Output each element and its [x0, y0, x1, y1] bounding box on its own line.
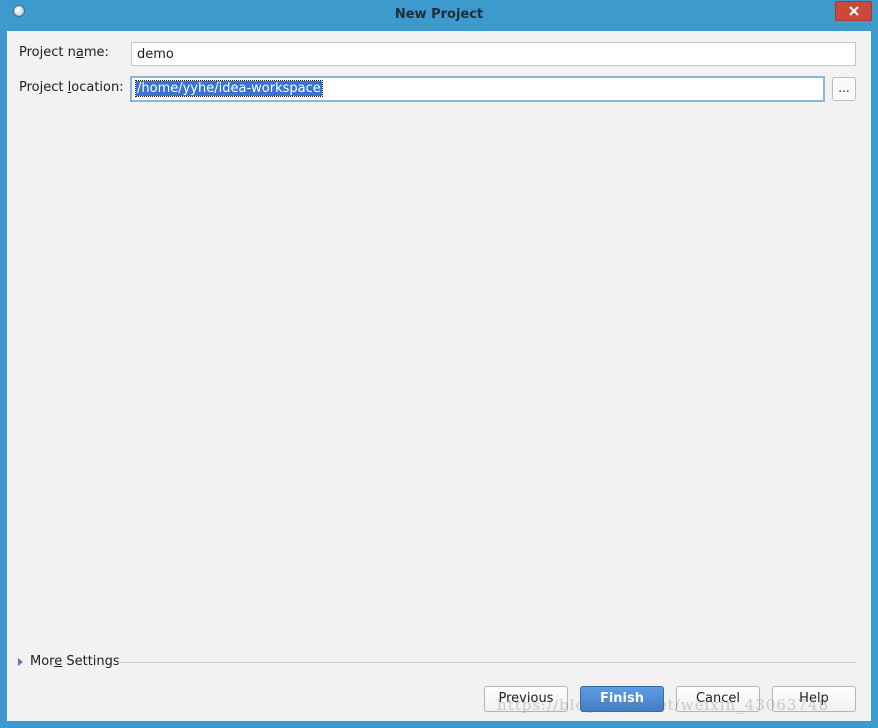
expand-triangle-icon [18, 658, 23, 666]
project-name-input[interactable]: demo [131, 42, 856, 66]
more-settings-divider [118, 662, 856, 663]
dialog-content: Project name: demo Project location: /ho… [7, 31, 871, 721]
window-title: New Project [394, 7, 484, 22]
project-location-value: /home/yyhe/idea-workspace [135, 80, 323, 97]
new-project-dialog: New Project Project name: demo Project l… [0, 0, 878, 728]
title-bar[interactable]: New Project [0, 0, 878, 30]
project-location-label: Project location: [19, 80, 124, 95]
close-icon [849, 6, 859, 16]
project-location-input[interactable]: /home/yyhe/idea-workspace [130, 76, 825, 102]
watermark: https://blog.csdn.net/weixin_43063748 [497, 696, 830, 714]
project-name-label: Project name: [19, 45, 109, 60]
project-name-value: demo [137, 47, 174, 62]
more-settings-label: More Settings [30, 654, 120, 669]
browse-location-button[interactable]: ... [832, 77, 856, 101]
close-button[interactable] [835, 1, 872, 21]
